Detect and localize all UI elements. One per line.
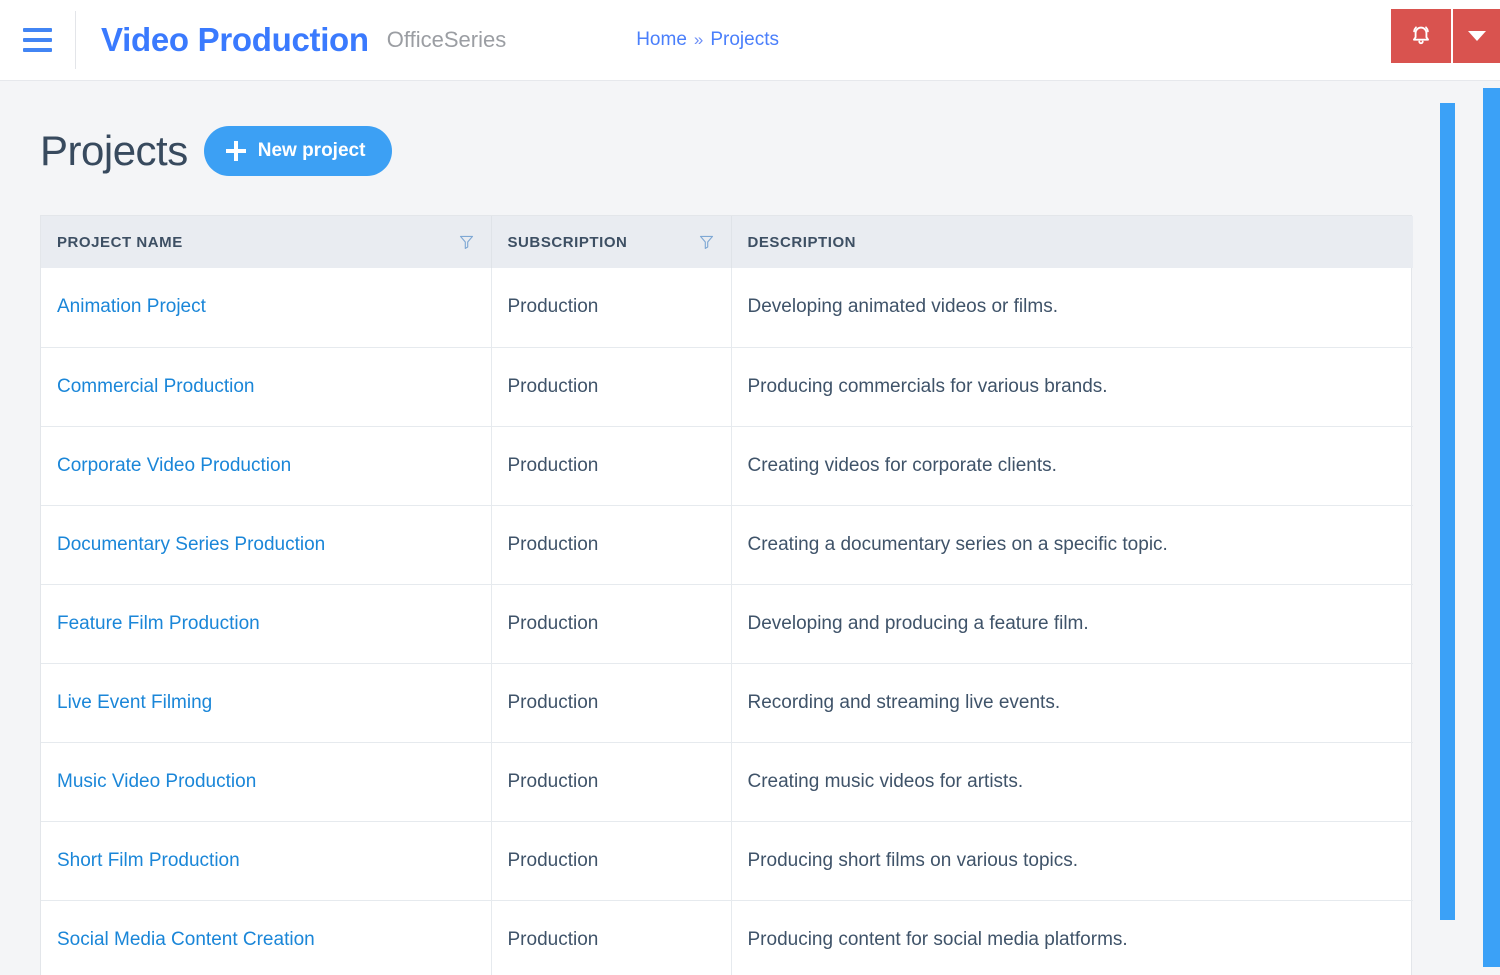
brand-divider [75, 11, 76, 69]
projects-table-head: PROJECT NAME SUBSCRIPTION DESCRIPTION [41, 216, 1413, 268]
user-dropdown-button[interactable] [1453, 9, 1500, 63]
cell-description: Developing and producing a feature film. [731, 583, 1413, 663]
bell-icon [1413, 26, 1429, 45]
cell-subscription: Production [491, 504, 732, 584]
plus-icon [225, 141, 246, 161]
breadcrumb-separator: » [693, 30, 704, 49]
page-title: Projects [40, 127, 188, 174]
project-name-link[interactable]: Corporate Video Production [57, 455, 291, 476]
breadcrumb: Home » Projects [636, 29, 779, 51]
cell-project-name: Documentary Series Production [41, 504, 492, 584]
funnel-icon[interactable] [698, 234, 715, 250]
column-header-label: SUBSCRIPTION [507, 233, 628, 251]
cell-project-name: Animation Project [41, 268, 492, 347]
cell-project-name: Music Video Production [41, 741, 492, 821]
app-brand-suffix: OfficeSeries [386, 27, 507, 52]
projects-table-container: PROJECT NAME SUBSCRIPTION DESCRIPTION An… [40, 215, 1413, 975]
table-row: Animation Project Production Developing an… [41, 268, 1413, 347]
projects-table-body: Animation Project Production Developing an… [41, 268, 1413, 975]
page-scrollbar-thumb[interactable] [1483, 88, 1500, 967]
hamburger-bar [23, 28, 52, 32]
page-content: Projects New project PROJECT NAME SUBSCR… [0, 81, 1500, 975]
hamburger-bar [23, 48, 52, 52]
cell-description: Recording and streaming live events. [731, 662, 1413, 742]
app-brand-title: Video Production [101, 21, 369, 58]
breadcrumb-home-link[interactable]: Home [636, 29, 687, 51]
inner-scrollbar-thumb[interactable] [1440, 103, 1455, 920]
project-name-link[interactable]: Short Film Production [57, 850, 240, 871]
cell-description: Creating videos for corporate clients. [731, 425, 1413, 505]
table-row: Feature Film Production Production Develop… [41, 583, 1413, 663]
cell-project-name: Social Media Content Creation [41, 899, 492, 975]
hamburger-bar [23, 38, 52, 42]
table-row: Music Video Production Production Creating… [41, 741, 1413, 821]
cell-description: Producing content for social media platf… [731, 899, 1413, 975]
cell-project-name: Live Event Filming [41, 662, 492, 742]
project-name-link[interactable]: Social Media Content Creation [57, 929, 315, 950]
cell-subscription: Production [491, 268, 732, 347]
projects-table: PROJECT NAME SUBSCRIPTION DESCRIPTION An… [41, 216, 1413, 975]
hamburger-menu-icon[interactable] [0, 0, 75, 81]
cell-project-name: Feature Film Production [41, 583, 492, 663]
table-row: Social Media Content Creation Production P… [41, 899, 1413, 975]
table-row: Corporate Video Production Production Crea… [41, 425, 1413, 505]
column-header-description[interactable]: DESCRIPTION [731, 216, 1413, 268]
cell-description: Creating music videos for artists. [731, 741, 1413, 821]
cell-description: Producing short films on various topics. [731, 820, 1413, 900]
new-project-button[interactable]: New project [203, 126, 393, 176]
cell-project-name: Corporate Video Production [41, 425, 492, 505]
project-name-link[interactable]: Music Video Production [57, 771, 256, 792]
table-row: Short Film Production Production Producing… [41, 820, 1413, 900]
funnel-icon[interactable] [458, 234, 475, 250]
column-header-label: DESCRIPTION [747, 233, 857, 251]
topbar-actions [1391, 9, 1500, 63]
cell-description: Developing animated videos or films. [747, 296, 1059, 318]
cell-description: Producing commercials for various brands… [731, 346, 1413, 426]
cell-subscription: Production [491, 741, 732, 821]
project-name-link[interactable]: Live Event Filming [57, 692, 212, 713]
cell-subscription: Production [491, 899, 732, 975]
cell-subscription: Production [491, 346, 732, 426]
table-row: Live Event Filming Production Recording an… [41, 662, 1413, 742]
column-header-project-name[interactable]: PROJECT NAME [41, 216, 492, 268]
project-name-link[interactable]: Animation Project [57, 296, 206, 317]
notifications-button[interactable] [1391, 9, 1451, 63]
project-name-link[interactable]: Feature Film Production [57, 613, 260, 634]
project-name-link[interactable]: Documentary Series Production [57, 534, 325, 555]
cell-subscription: Production [491, 583, 732, 663]
cell-subscription: Production [491, 425, 732, 505]
column-header-label: PROJECT NAME [57, 233, 183, 251]
cell-description: Creating a documentary series on a speci… [731, 504, 1413, 584]
project-name-link[interactable]: Commercial Production [57, 376, 254, 397]
table-header-row: PROJECT NAME SUBSCRIPTION DESCRIPTION [41, 216, 1413, 268]
table-row: Commercial Production Production Producing… [41, 346, 1413, 426]
cell-project-name: Commercial Production [41, 346, 492, 426]
top-navigation-bar: Video Production OfficeSeries Home » Pro… [0, 0, 1500, 81]
caret-down-icon [1467, 31, 1486, 41]
cell-subscription: Production [491, 820, 732, 900]
column-header-subscription[interactable]: SUBSCRIPTION [491, 216, 732, 268]
table-row: Documentary Series Production Production C… [41, 504, 1413, 584]
new-project-button-label: New project [257, 140, 366, 161]
cell-subscription: Production [491, 662, 732, 742]
breadcrumb-projects-link[interactable]: Projects [710, 29, 779, 51]
cell-project-name: Short Film Production [41, 820, 492, 900]
page-header: Projects New project [0, 81, 1500, 176]
